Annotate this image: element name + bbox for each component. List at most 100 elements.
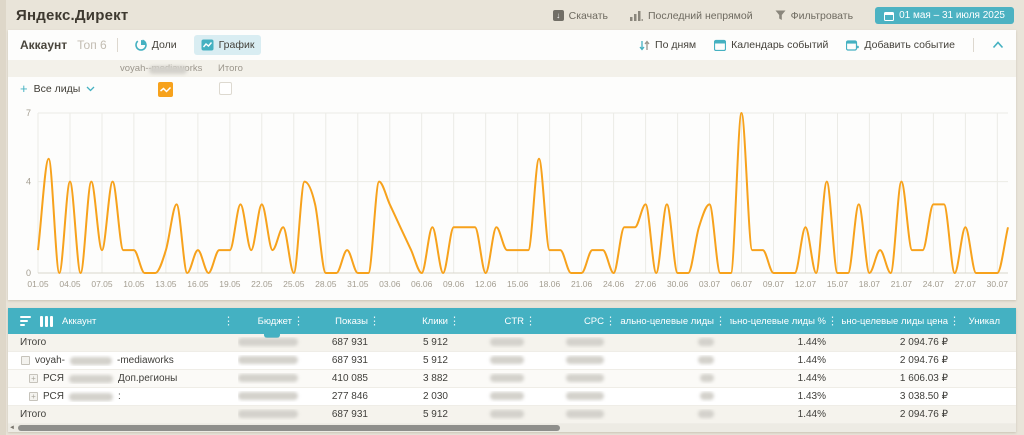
column-header-10[interactable]: Уникал	[964, 308, 1016, 334]
table-cell	[540, 391, 620, 402]
scrollbar-thumb[interactable]	[18, 425, 560, 431]
svg-text:4: 4	[26, 177, 31, 187]
column-menu-icon[interactable]: ⋮	[605, 315, 616, 328]
column-menu-icon[interactable]: ⋮	[293, 315, 304, 328]
date-range-button[interactable]: 01 мая – 31 июля 2025	[875, 7, 1014, 24]
table-cell	[464, 409, 540, 420]
table-row-campaign[interactable]: +РСЯДоп.регионы410 0853 8821.44%1 606.03…	[8, 370, 1016, 388]
series-toggle-total[interactable]	[219, 82, 232, 95]
svg-text:04.05: 04.05	[59, 279, 81, 289]
table-cell: 3 038.50 ₽	[842, 391, 964, 402]
svg-text:7: 7	[26, 108, 31, 118]
redacted-value	[238, 410, 298, 418]
filter-icon	[775, 10, 786, 21]
expand-plus-icon[interactable]: +	[29, 374, 38, 383]
table-cell	[238, 373, 308, 384]
row-label-cell: Итого	[8, 409, 238, 420]
table-cell	[620, 391, 730, 402]
date-range-label: 01 мая – 31 июля 2025	[899, 10, 1005, 21]
attribution-model-label: Последний непрямой	[648, 10, 753, 22]
divider	[973, 38, 974, 52]
redacted-value	[238, 338, 298, 346]
attribution-model-button[interactable]: Последний непрямой	[630, 10, 753, 22]
column-label: Уникально-целевые лиды	[620, 316, 714, 327]
table-menu-icon[interactable]	[20, 314, 31, 328]
column-menu-icon[interactable]: ⋮	[223, 315, 234, 328]
row-checkbox[interactable]	[21, 356, 30, 365]
calendar-add-icon	[846, 39, 859, 51]
group-by-days-label: По дням	[655, 39, 696, 51]
columns-icon[interactable]	[40, 316, 53, 327]
column-label: Аккаунт	[62, 316, 96, 327]
events-calendar-button[interactable]: Календарь событий	[714, 39, 828, 51]
svg-text:21.06: 21.06	[571, 279, 593, 289]
download-button[interactable]: ↓ Скачать	[553, 10, 608, 22]
row-label-text: Доп.регионы	[118, 373, 177, 384]
table-cell	[540, 409, 620, 420]
table-cell	[238, 337, 308, 348]
column-header-6[interactable]: CPC⋮	[540, 308, 620, 334]
collapse-chevron-icon[interactable]	[992, 41, 1004, 49]
svg-text:12.07: 12.07	[795, 279, 817, 289]
table-cell: 687 931	[308, 355, 384, 366]
redacted-value	[149, 66, 187, 74]
svg-text:15.07: 15.07	[827, 279, 849, 289]
column-menu-icon[interactable]: ⋮	[715, 315, 726, 328]
column-header-9[interactable]: Уникально-целевые лиды цена⋮	[842, 308, 964, 334]
row-label-cell: +РСЯДоп.регионы	[8, 373, 238, 384]
redacted-value	[566, 410, 604, 418]
series-header-band: voyah--mediaworks Итого	[8, 60, 1016, 77]
column-header-5[interactable]: CTR⋮	[464, 308, 540, 334]
row-label-text: -mediaworks	[117, 355, 174, 366]
tab-shares[interactable]: Доли	[128, 35, 184, 55]
table-cell: 410 085	[308, 373, 384, 384]
scroll-left-arrow-icon[interactable]: ◄	[9, 425, 15, 432]
column-header-8[interactable]: Уникально-целевые лиды %⋮	[730, 308, 842, 334]
chart-icon	[201, 39, 214, 51]
column-menu-icon[interactable]: ⋮	[449, 315, 460, 328]
redacted-value	[238, 356, 298, 364]
redacted-value	[566, 392, 604, 400]
column-menu-icon[interactable]: ⋮	[525, 315, 536, 328]
pie-icon	[135, 39, 147, 51]
tab-graph[interactable]: График	[194, 35, 262, 55]
column-header-7[interactable]: Уникально-целевые лиды⋮	[620, 308, 730, 334]
column-header-2[interactable]: Бюджет⋮	[238, 308, 308, 334]
table-row-total[interactable]: Итого687 9315 9121.44%2 094.76 ₽	[8, 334, 1016, 352]
column-menu-icon[interactable]: ⋮	[949, 315, 960, 328]
horizontal-scrollbar[interactable]: ◄	[8, 424, 1016, 432]
table-row-account[interactable]: voyah--mediaworks687 9315 9121.44%2 094.…	[8, 352, 1016, 370]
chart-panel: Аккаунт Топ 6 Доли График	[8, 30, 1016, 300]
column-menu-icon[interactable]: ⋮	[369, 315, 380, 328]
svg-text:03.06: 03.06	[379, 279, 401, 289]
page-title: Яндекс.Директ	[16, 7, 128, 24]
redacted-value	[490, 410, 524, 418]
table-cell	[620, 337, 730, 348]
tab-graph-label: График	[219, 39, 255, 51]
column-header-1[interactable]: Аккаунт ⋮	[8, 308, 238, 334]
metric-selector[interactable]: + Все лиды	[20, 83, 95, 95]
table-row-total[interactable]: Итого687 9315 9121.44%2 094.76 ₽	[8, 406, 1016, 424]
series-line	[38, 113, 1008, 273]
column-header-3[interactable]: Показы⋮	[308, 308, 384, 334]
table-cell: 5 912	[384, 409, 464, 420]
column-menu-icon[interactable]: ⋮	[827, 315, 838, 328]
filter-button[interactable]: Фильтровать	[775, 10, 853, 22]
expand-plus-icon[interactable]: +	[29, 392, 38, 401]
group-by-days-button[interactable]: По дням	[639, 39, 696, 51]
redacted-value	[700, 374, 714, 382]
add-metric-icon[interactable]: +	[20, 84, 28, 94]
svg-text:18.07: 18.07	[859, 279, 881, 289]
svg-text:21.07: 21.07	[891, 279, 913, 289]
table-row-campaign[interactable]: +РСЯ:277 8462 0301.43%3 038.50 ₽	[8, 388, 1016, 406]
filter-label: Фильтровать	[791, 10, 853, 22]
series-toggle-account[interactable]	[158, 82, 173, 97]
tab-shares-label: Доли	[152, 39, 177, 51]
calendar-icon	[714, 39, 726, 51]
add-event-button[interactable]: Добавить событие	[846, 39, 955, 51]
grouping-title: Аккаунт	[20, 38, 67, 52]
column-header-4[interactable]: Клики⋮	[384, 308, 464, 334]
chevron-down-icon	[86, 86, 95, 92]
svg-text:25.05: 25.05	[283, 279, 305, 289]
redacted-value	[70, 357, 112, 365]
